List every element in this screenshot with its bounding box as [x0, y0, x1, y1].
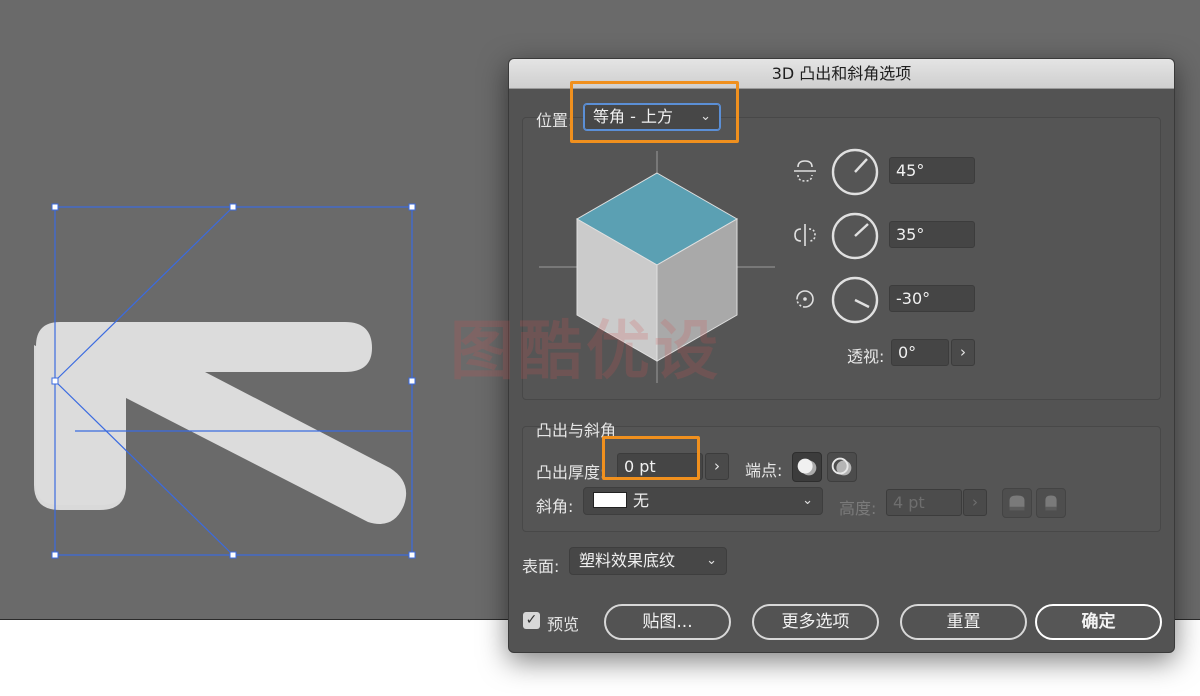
- more-options-button[interactable]: 更多选项: [752, 604, 879, 640]
- chevron-down-icon: ⌄: [706, 553, 717, 568]
- extrude-depth-slider-button[interactable]: ›: [705, 453, 729, 480]
- surface-label: 表面:: [522, 557, 560, 576]
- bevel-swatch: [593, 492, 627, 508]
- watermark-text: 图酷优设: [450, 315, 722, 389]
- extrude-depth-label: 凸出厚度:: [536, 463, 606, 482]
- bevel-height-label: 高度:: [839, 499, 877, 518]
- x-rotation-input[interactable]: 45°: [889, 157, 975, 184]
- bevel-select[interactable]: 无 ⌄: [583, 487, 823, 515]
- y-rotation-dial[interactable]: [831, 212, 879, 260]
- cap-on-icon[interactable]: [792, 452, 822, 482]
- perspective-input[interactable]: 0°: [891, 339, 949, 366]
- surface-select-value: 塑料效果底纹: [579, 551, 676, 570]
- extrude-depth-highlight-box: [602, 436, 700, 480]
- bevel-extent-out-icon[interactable]: [1036, 488, 1066, 518]
- x-axis-rotate-icon: [794, 160, 816, 182]
- arrow-artwork[interactable]: [34, 322, 407, 524]
- bevel-select-value: 无: [633, 491, 650, 510]
- ok-button[interactable]: 确定: [1035, 604, 1162, 640]
- cap-off-icon[interactable]: [827, 452, 857, 482]
- map-art-button[interactable]: 贴图...: [604, 604, 731, 640]
- preview-label: 预览: [547, 615, 580, 634]
- position-highlight-box: [570, 81, 739, 143]
- y-rotation-input[interactable]: 35°: [889, 221, 975, 248]
- preview-checkbox[interactable]: ✓: [523, 612, 540, 629]
- chevron-down-icon: ⌄: [802, 493, 813, 508]
- z-rotation-dial[interactable]: [831, 276, 879, 324]
- bevel-height-input[interactable]: 4 pt: [886, 489, 962, 516]
- x-rotation-dial[interactable]: [831, 148, 879, 196]
- perspective-label: 透视:: [847, 347, 885, 366]
- bevel-height-slider-button[interactable]: ›: [963, 489, 987, 516]
- perspective-slider-button[interactable]: ›: [951, 339, 975, 366]
- bevel-extent-in-icon[interactable]: [1002, 488, 1032, 518]
- z-axis-rotate-icon: [796, 290, 814, 308]
- y-axis-rotate-icon: [794, 224, 816, 246]
- cap-label: 端点:: [745, 461, 783, 480]
- reset-button[interactable]: 重置: [900, 604, 1027, 640]
- bevel-label: 斜角:: [536, 497, 574, 516]
- surface-select[interactable]: 塑料效果底纹 ⌄: [569, 547, 727, 575]
- arrow-shape: [36, 322, 407, 524]
- z-rotation-input[interactable]: -30°: [889, 285, 975, 312]
- position-label: 位置:: [536, 111, 574, 130]
